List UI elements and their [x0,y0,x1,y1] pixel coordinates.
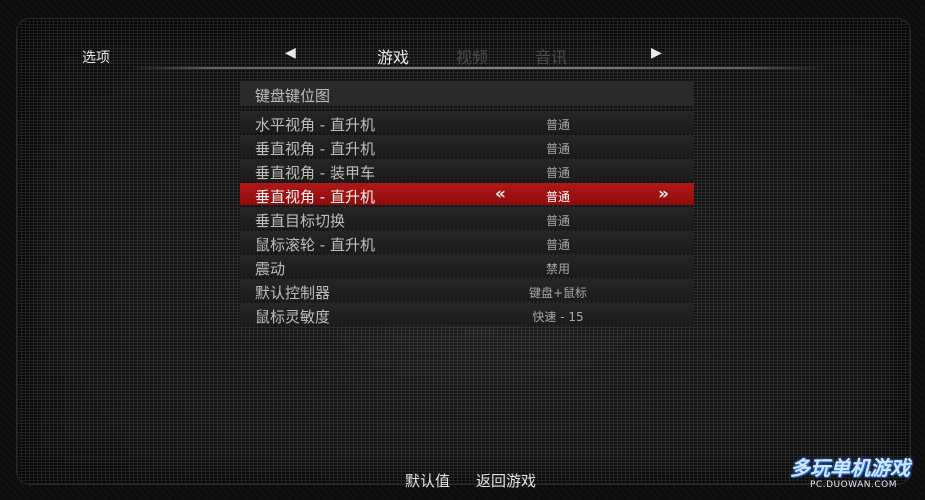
setting-row-vertical-view-armor[interactable]: 垂直视角 - 装甲车 普通 [240,159,694,182]
setting-row-vertical-view-heli[interactable]: 垂直视角 - 直升机 普通 [240,135,694,158]
list-header-label: 键盘键位图 [255,87,331,105]
setting-value: 普通 [545,166,570,180]
setting-row-mouse-wheel-heli[interactable]: 鼠标滚轮 - 直升机 普通 [240,231,694,254]
setting-value: 禁用 [545,262,570,276]
setting-value: 普通 [545,238,570,252]
setting-row-vertical-target-switch[interactable]: 垂直目标切换 普通 [240,207,694,230]
back-to-game-button[interactable]: 返回游戏 [476,470,536,491]
setting-label: 垂直目标切换 [255,212,346,230]
setting-label: 默认控制器 [255,284,331,302]
setting-value: 普通 [545,214,570,228]
setting-label: 水平视角 - 直升机 [255,116,375,134]
value-decrease-icon[interactable]: « [495,184,506,204]
setting-label: 鼠标滚轮 - 直升机 [255,236,375,254]
setting-row-vibration[interactable]: 震动 禁用 [240,255,694,278]
controls-list: 键盘键位图 水平视角 - 直升机 普通 垂直视角 - 直升机 普通 垂直视角 -… [240,82,694,327]
defaults-button[interactable]: 默认值 [405,470,450,491]
setting-value: 普通 [545,142,570,156]
watermark-logo: 多玩单机游戏 PC.DUOWAN.COM [786,452,918,494]
tab-next-arrow-icon[interactable]: ▶ [651,45,662,61]
watermark-main: 多玩单机游戏 [790,456,910,480]
tab-audio[interactable]: 音讯 [535,44,567,68]
setting-value: 普通 [545,190,570,204]
setting-row-mouse-sensitivity[interactable]: 鼠标灵敏度 快速 - 15 [240,303,694,326]
setting-value: 键盘+鼠标 [528,286,588,300]
page-title: 选项 [82,50,110,66]
setting-label: 鼠标灵敏度 [255,308,331,326]
setting-value: 普通 [545,118,570,132]
setting-row-default-controller[interactable]: 默认控制器 键盘+鼠标 [240,279,694,302]
tab-video[interactable]: 视频 [456,44,488,68]
tab-game[interactable]: 游戏 [377,44,409,68]
watermark-sub: PC.DUOWAN.COM [810,480,897,490]
setting-label: 垂直视角 - 装甲车 [255,164,375,182]
setting-value: 快速 - 15 [532,310,584,324]
value-increase-icon[interactable]: » [658,184,669,204]
list-header[interactable]: 键盘键位图 [240,82,694,105]
tab-prev-arrow-icon[interactable]: ◀ [285,45,296,61]
setting-label: 垂直视角 - 直升机 [255,140,375,158]
setting-row-horizontal-view-heli[interactable]: 水平视角 - 直升机 普通 [240,111,694,134]
setting-label: 垂直视角 - 直升机 [255,188,375,206]
setting-row-selected[interactable]: 垂直视角 - 直升机 « 普通 » [240,183,694,206]
setting-label: 震动 [255,260,286,278]
